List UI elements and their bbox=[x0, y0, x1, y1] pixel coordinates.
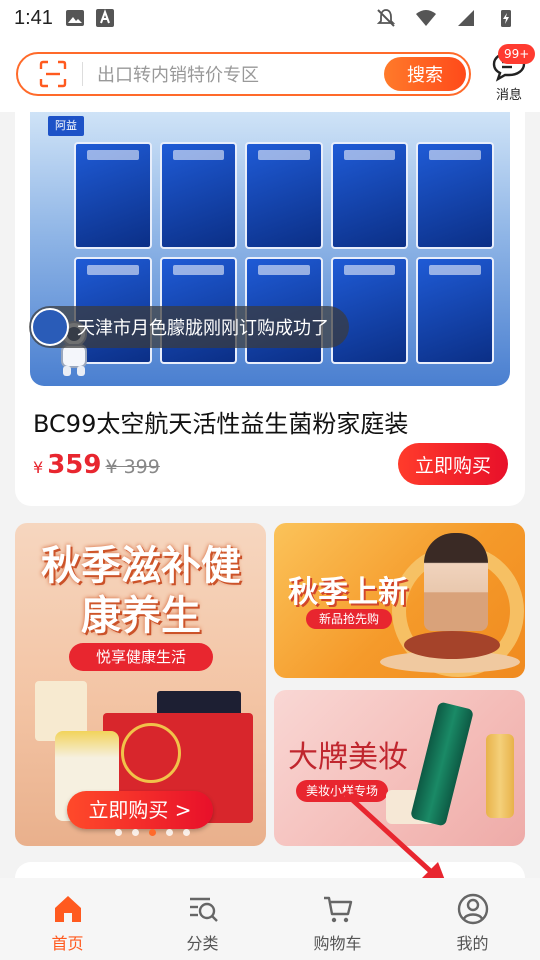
bottom-tab-bar: 首页 分类 购物车 我的 bbox=[0, 878, 540, 960]
status-time: 1:41 bbox=[14, 6, 53, 29]
signal-icon bbox=[458, 10, 474, 26]
purchase-notification-toast: 天津市月色朦胧刚刚订购成功了 bbox=[29, 306, 349, 348]
product-card[interactable]: 阿益 天津市月色朦胧刚刚订购成功了 BC99太空航天活性益生菌粉家庭装 ¥ 35… bbox=[15, 112, 525, 506]
message-count-badge: 99+ bbox=[498, 44, 536, 64]
carousel-dot[interactable] bbox=[132, 829, 139, 836]
bell-off-icon bbox=[376, 9, 396, 27]
cart-icon bbox=[323, 896, 352, 923]
tab-cart[interactable]: 购物车 bbox=[270, 878, 405, 960]
avatar bbox=[31, 308, 69, 346]
messages-label: 消息 bbox=[495, 88, 522, 103]
product-price: 359 bbox=[47, 450, 102, 480]
status-bar: 1:41 bbox=[0, 0, 540, 36]
scan-icon[interactable] bbox=[38, 59, 68, 89]
price-row: ¥ 359 ¥ 399 bbox=[33, 450, 160, 480]
tab-label: 分类 bbox=[186, 934, 219, 953]
banner-title: 秋季滋补健康养生 bbox=[41, 542, 241, 639]
model-image bbox=[424, 533, 488, 631]
essence-bottle-image bbox=[486, 734, 514, 818]
banner-buy-now-button[interactable]: 立即购买 > bbox=[67, 791, 213, 829]
search-bar[interactable]: 出口转内销特价专区 搜索 bbox=[16, 52, 471, 96]
home-icon bbox=[54, 896, 81, 922]
messages-button[interactable]: 99+ 消息 bbox=[484, 44, 536, 106]
search-button[interactable]: 搜索 bbox=[384, 57, 466, 91]
carousel-dot[interactable] bbox=[183, 829, 190, 836]
wifi-icon bbox=[416, 10, 436, 26]
currency-symbol: ¥ bbox=[33, 458, 44, 477]
carousel-dot-active[interactable] bbox=[149, 829, 156, 836]
original-price: ¥ 399 bbox=[105, 456, 160, 478]
banner-big-brand-beauty[interactable]: 大牌美妆 美妆小样专场 bbox=[274, 690, 525, 846]
tab-label: 我的 bbox=[456, 934, 489, 953]
purchase-notification-text: 天津市月色朦胧刚刚订购成功了 bbox=[77, 318, 329, 339]
tab-category[interactable]: 分类 bbox=[135, 878, 270, 960]
banner-subtitle: 悦享健康生活 bbox=[69, 643, 213, 671]
battery-charging-icon bbox=[501, 10, 511, 27]
tab-home[interactable]: 首页 bbox=[0, 878, 135, 960]
product-brand-chip: 阿益 bbox=[48, 116, 84, 136]
font-icon bbox=[95, 9, 114, 27]
profile-icon bbox=[457, 893, 488, 925]
food-plate-image bbox=[404, 631, 500, 659]
header: 出口转内销特价专区 搜索 99+ 消息 bbox=[0, 36, 540, 112]
tab-label: 购物车 bbox=[313, 934, 362, 953]
banner-autumn-new-arrivals[interactable]: 秋季上新 新品抢先购 bbox=[274, 523, 525, 678]
tab-label: 首页 bbox=[51, 934, 84, 953]
category-search-icon bbox=[189, 897, 218, 922]
image-icon bbox=[65, 10, 84, 26]
tab-profile[interactable]: 我的 bbox=[405, 878, 540, 960]
banner-chip: 新品抢先购 bbox=[306, 609, 392, 629]
carousel-dot[interactable] bbox=[115, 829, 122, 836]
banner-autumn-health[interactable]: 秋季滋补健康养生 悦享健康生活 立即购买 > bbox=[15, 523, 266, 846]
search-divider bbox=[82, 62, 83, 86]
carousel-dot[interactable] bbox=[166, 829, 173, 836]
product-title[interactable]: BC99太空航天活性益生菌粉家庭装 bbox=[33, 404, 408, 439]
banner-title: 秋季上新 bbox=[288, 575, 408, 610]
serum-bottle-image bbox=[410, 701, 474, 827]
carousel-indicator bbox=[115, 829, 190, 836]
banner-title: 大牌美妆 bbox=[288, 740, 408, 775]
banner-chip: 美妆小样专场 bbox=[296, 780, 388, 802]
buy-now-button[interactable]: 立即购买 bbox=[398, 443, 508, 485]
